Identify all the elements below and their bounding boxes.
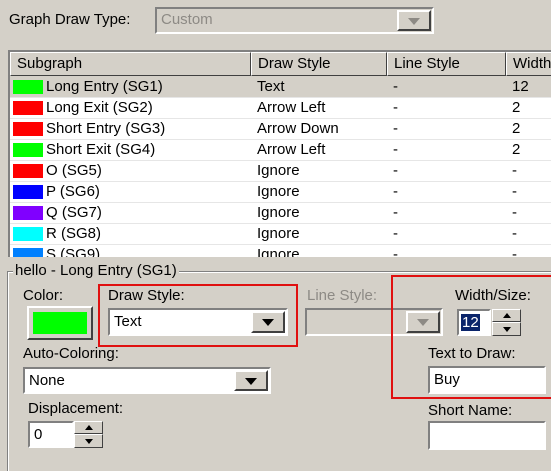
draw-style-cell: Arrow Down <box>257 120 339 137</box>
line-style-cell: - <box>393 120 398 137</box>
width-cell: - <box>512 225 517 242</box>
subgraph-name: Long Exit (SG2) <box>46 99 153 116</box>
line-style-label: Line Style: <box>307 287 378 304</box>
draw-style-cell: Ignore <box>257 246 300 257</box>
subgraph-list[interactable]: Subgraph Draw Style Line Style Width Lon… <box>8 50 551 257</box>
arrow-down-icon <box>84 439 93 444</box>
color-swatch <box>13 80 43 94</box>
draw-style-cell: Ignore <box>257 162 300 179</box>
highlight-box-width-text <box>391 275 551 399</box>
column-header-draw-style[interactable]: Draw Style <box>251 52 387 76</box>
short-name-label: Short Name: <box>428 402 513 419</box>
chevron-down-icon <box>245 377 257 385</box>
color-label: Color: <box>23 287 64 304</box>
column-header-subgraph[interactable]: Subgraph <box>10 52 251 76</box>
subgraph-name: Long Entry (SG1) <box>46 78 163 95</box>
color-swatch <box>13 248 43 257</box>
graph-draw-type-label: Graph Draw Type: <box>9 11 131 28</box>
color-swatch <box>13 101 43 115</box>
width-cell: 2 <box>512 99 521 116</box>
width-cell: 12 <box>512 78 529 95</box>
line-style-cell: - <box>393 183 398 200</box>
width-cell: 2 <box>512 141 521 158</box>
subgraph-name: S (SG9) <box>46 246 101 257</box>
table-row[interactable]: Short Entry (SG3) Arrow Down - 2 <box>10 118 551 140</box>
line-style-cell: - <box>393 99 398 116</box>
draw-style-cell: Ignore <box>257 204 300 221</box>
displacement-spinner[interactable] <box>74 421 103 448</box>
width-cell: - <box>512 204 517 221</box>
subgraph-name: Short Exit (SG4) <box>46 141 156 158</box>
draw-style-cell: Arrow Left <box>257 99 326 116</box>
width-cell: - <box>512 246 517 257</box>
table-row[interactable]: Short Exit (SG4) Arrow Left - 2 <box>10 139 551 161</box>
displacement-input[interactable]: 0 <box>28 421 74 448</box>
graph-draw-type-value: Custom <box>161 11 213 28</box>
line-style-cell: - <box>393 141 398 158</box>
displacement-label: Displacement: <box>28 400 124 417</box>
color-swatch <box>13 185 43 199</box>
draw-style-cell: Arrow Left <box>257 141 326 158</box>
table-row[interactable]: R (SG8) Ignore - - <box>10 223 551 245</box>
line-style-cell: - <box>393 225 398 242</box>
subgraph-name: P (SG6) <box>46 183 100 200</box>
table-row[interactable]: P (SG6) Ignore - - <box>10 181 551 203</box>
auto-coloring-label: Auto-Coloring: <box>23 345 119 362</box>
short-name-input[interactable] <box>428 421 546 450</box>
line-style-cell: - <box>393 78 398 95</box>
graph-draw-type-dropdown[interactable]: Custom <box>155 7 434 34</box>
table-row[interactable]: O (SG5) Ignore - - <box>10 160 551 182</box>
subgraph-name: Short Entry (SG3) <box>46 120 166 137</box>
width-cell: - <box>512 162 517 179</box>
table-row[interactable]: Long Exit (SG2) Arrow Left - 2 <box>10 97 551 119</box>
displacement-value: 0 <box>34 426 43 443</box>
subgraph-name: Q (SG7) <box>46 204 102 221</box>
width-cell: - <box>512 183 517 200</box>
auto-coloring-value: None <box>29 372 65 389</box>
highlight-box-draw-style <box>98 284 298 347</box>
draw-style-cell: Ignore <box>257 225 300 242</box>
chevron-down-icon <box>408 17 420 25</box>
subgraph-name: R (SG8) <box>46 225 102 242</box>
line-style-cell: - <box>393 246 398 257</box>
color-swatch <box>13 143 43 157</box>
line-style-cell: - <box>393 204 398 221</box>
color-swatch <box>13 164 43 178</box>
color-button[interactable] <box>27 306 93 340</box>
color-swatch <box>13 227 43 241</box>
graph-draw-type-dropdown-button[interactable] <box>397 10 431 31</box>
auto-coloring-dropdown-button[interactable] <box>234 370 268 391</box>
group-title: hello - Long Entry (SG1) <box>13 262 179 279</box>
color-swatch <box>13 206 43 220</box>
table-row[interactable]: S (SG9) Ignore - - <box>10 244 551 257</box>
draw-style-cell: Ignore <box>257 183 300 200</box>
subgraph-name: O (SG5) <box>46 162 102 179</box>
auto-coloring-dropdown[interactable]: None <box>23 367 271 394</box>
displacement-down-button[interactable] <box>74 434 103 448</box>
color-swatch <box>33 312 87 334</box>
draw-style-cell: Text <box>257 78 285 95</box>
column-header-width[interactable]: Width <box>506 52 551 76</box>
color-swatch <box>13 122 43 136</box>
line-style-cell: - <box>393 162 398 179</box>
table-row[interactable]: Q (SG7) Ignore - - <box>10 202 551 224</box>
width-cell: 2 <box>512 120 521 137</box>
arrow-up-icon <box>84 424 93 430</box>
displacement-up-button[interactable] <box>74 421 103 434</box>
column-header-line-style[interactable]: Line Style <box>387 52 506 76</box>
table-row[interactable]: Long Entry (SG1) Text - 12 <box>10 76 551 98</box>
